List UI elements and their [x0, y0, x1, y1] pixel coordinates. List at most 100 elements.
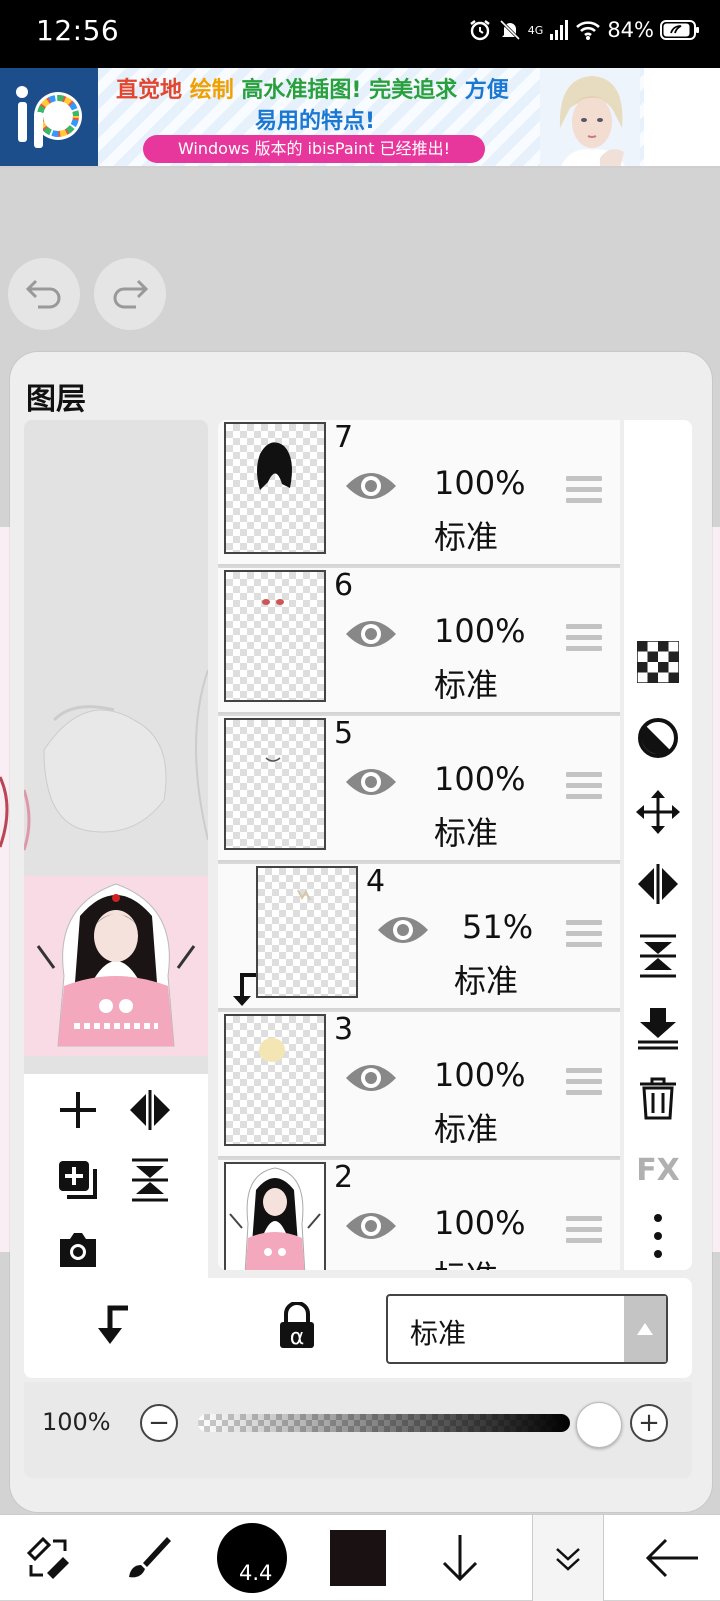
eye-icon[interactable]: [344, 1206, 398, 1246]
alpha-lock-button[interactable]: α: [276, 1301, 318, 1354]
color-adjust-button[interactable]: [630, 710, 686, 766]
layer-row-5[interactable]: 5 100% 标准: [218, 716, 620, 862]
drag-handle-icon[interactable]: [566, 624, 602, 654]
blend-mode-select[interactable]: 标准: [386, 1294, 668, 1364]
eye-icon[interactable]: [344, 466, 398, 506]
opacity-slider-track[interactable]: [198, 1414, 570, 1432]
ad-text-part: 方便: [464, 78, 509, 103]
more-options-button[interactable]: [630, 1208, 686, 1264]
layer-blend-mode: 标准: [434, 518, 499, 556]
move-button[interactable]: [630, 784, 686, 840]
layer-row-7[interactable]: 7 100% 标准: [218, 420, 620, 566]
duplicate-icon: [59, 1161, 97, 1199]
layer-list[interactable]: 7 100% 标准 6 100% 标准 5 100% 标准 4 51% 标准 3…: [218, 420, 620, 1270]
ad-headline: 直觉地 绘制 高水准插图! 完美追求 方便: [116, 72, 509, 104]
copy-layer-button[interactable]: [48, 1150, 108, 1210]
layer-row-3[interactable]: 3 100% 标准: [218, 1012, 620, 1158]
brush-size-button[interactable]: 4.4: [212, 1515, 292, 1601]
eye-icon[interactable]: [344, 614, 398, 654]
double-chevron-down-icon: [532, 1515, 604, 1601]
fx-button[interactable]: FX: [630, 1142, 686, 1198]
layer-opacity: 100%: [434, 612, 526, 650]
tool-selection-button[interactable]: [12, 1515, 84, 1601]
eye-icon[interactable]: [376, 910, 430, 950]
layer-row-2[interactable]: 2 100% 标准: [218, 1160, 620, 1270]
eye-icon[interactable]: [344, 1058, 398, 1098]
layer-blend-mode: 标准: [434, 814, 499, 852]
ad-windows-pill[interactable]: Windows 版本的 ibisPaint 已经推出!: [143, 135, 485, 163]
opacity-increase-button[interactable]: +: [630, 1404, 668, 1442]
merge-down-icon: [638, 1008, 678, 1050]
color-swatch: [330, 1530, 386, 1586]
network-type: 4G: [527, 23, 544, 37]
ad-text-part: 绘制: [189, 78, 234, 103]
layer-number: 4: [366, 864, 386, 899]
camera-button[interactable]: [48, 1220, 108, 1280]
merge-down-button[interactable]: [630, 1000, 686, 1056]
layer-thumbnail: [224, 570, 326, 702]
layer-number: 7: [334, 420, 354, 455]
drag-handle-icon[interactable]: [566, 1216, 602, 1246]
status-time: 12:56: [36, 14, 120, 47]
blend-mode-value: 标准: [410, 1317, 467, 1350]
clipping-button[interactable]: [90, 1304, 132, 1354]
layer-blend-mode: 标准: [434, 1110, 499, 1148]
transparency-button[interactable]: [630, 634, 686, 690]
opacity-slider-knob[interactable]: [576, 1402, 622, 1448]
arrow-down-icon: [442, 1535, 478, 1582]
checkerboard-icon: [637, 641, 679, 683]
redo-button[interactable]: [94, 258, 166, 330]
eye-icon[interactable]: [344, 762, 398, 802]
flip-layer-horizontal-button[interactable]: [630, 856, 686, 912]
drag-handle-icon[interactable]: [566, 920, 602, 950]
right-tools: FX: [624, 420, 692, 1270]
ad-text-part: 直觉地: [116, 78, 183, 103]
color-button[interactable]: [322, 1515, 394, 1601]
ad-banner[interactable]: 直觉地 绘制 高水准插图! 完美追求 方便 易用的特点! Windows 版本的…: [0, 68, 720, 168]
drag-handle-icon[interactable]: [566, 772, 602, 802]
layer-blend-mode: 标准: [454, 962, 519, 1000]
back-button[interactable]: [636, 1515, 708, 1601]
wifi-icon: [576, 21, 601, 40]
brush-tool-button[interactable]: [112, 1515, 184, 1601]
blend-bar: α 标准: [24, 1278, 692, 1378]
ad-text-part: 完美追求: [369, 78, 458, 103]
layer-row-6[interactable]: 6 100% 标准: [218, 568, 620, 714]
brush-size-value: 4.4: [239, 1561, 273, 1585]
signal-icon: [550, 20, 569, 40]
move-icon: [636, 790, 680, 834]
brush-size-indicator: 4.4: [217, 1523, 287, 1593]
opacity-decrease-button[interactable]: −: [140, 1404, 178, 1442]
opacity-bar: 100% − +: [24, 1382, 692, 1478]
flip-vertical-icon: [132, 1158, 168, 1202]
undo-button[interactable]: [8, 258, 80, 330]
flip-vertical-button[interactable]: [120, 1150, 180, 1210]
delete-layer-button[interactable]: [630, 1070, 686, 1126]
layer-row-4[interactable]: 4 51% 标准: [218, 864, 620, 1010]
layer-panel: 图层 7 100% 标准 6 100% 标准 5 100% 标准 4 51% 标…: [10, 352, 712, 1512]
flip-layer-vertical-button[interactable]: [630, 928, 686, 984]
layer-thumbnail: [224, 422, 326, 554]
contrast-icon: [638, 718, 678, 758]
layer-down-button[interactable]: [424, 1515, 496, 1601]
layer-opacity: 100%: [434, 760, 526, 798]
layer-thumbnail: [224, 1014, 326, 1146]
layer-opacity: 51%: [462, 908, 534, 946]
flip-horizontal-icon: [130, 1090, 170, 1130]
more-vertical-icon: [654, 1214, 662, 1258]
flip-vertical-icon: [640, 934, 676, 978]
drag-handle-icon[interactable]: [566, 1068, 602, 1098]
flip-horizontal-button[interactable]: [120, 1080, 180, 1140]
layer-thumbnail: [224, 1162, 326, 1270]
plus-icon: [60, 1092, 96, 1128]
dropdown-arrow-icon[interactable]: [624, 1296, 666, 1362]
panel-title: 图层: [26, 382, 86, 417]
close-panel-button[interactable]: [532, 1515, 604, 1601]
add-layer-button[interactable]: [48, 1080, 108, 1140]
ibispaint-logo-icon: [0, 68, 98, 166]
brush-icon: [129, 1537, 171, 1578]
alarm-icon: [470, 20, 490, 41]
drag-handle-icon[interactable]: [566, 476, 602, 506]
battery-icon: [660, 20, 699, 40]
redo-icon: [113, 279, 149, 309]
